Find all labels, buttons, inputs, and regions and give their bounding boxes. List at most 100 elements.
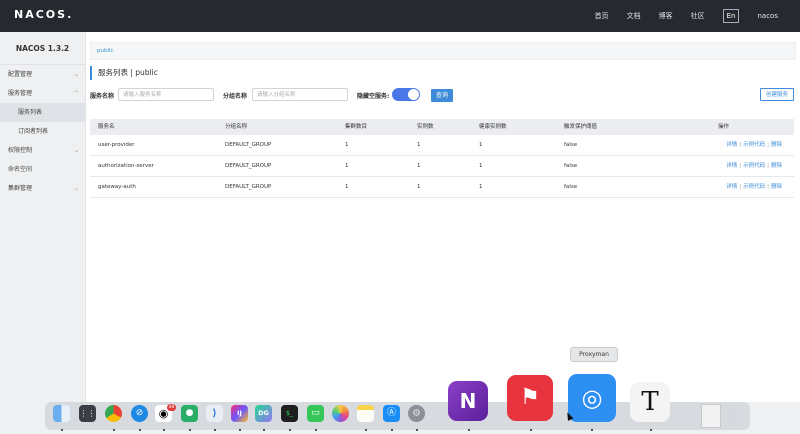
separator: | — [767, 163, 769, 169]
detail-link[interactable]: 详情 — [726, 142, 737, 148]
service-table: 服务名 分组名称 集群数目 实例数 健康实例数 触发保护阈值 操作 user-p… — [90, 119, 794, 198]
wechat-icon[interactable]: ● — [181, 405, 198, 422]
nav-docs[interactable]: 文档 — [627, 11, 641, 21]
safari-icon[interactable]: ⊘ — [131, 405, 148, 422]
running-indicator — [163, 429, 165, 431]
hide-empty-toggle[interactable] — [392, 88, 420, 101]
group-name-input[interactable]: 请输入分组名称 — [252, 88, 348, 101]
running-indicator — [315, 429, 317, 431]
cell-instances: 1 — [417, 142, 421, 148]
onenote-icon[interactable]: N — [448, 381, 488, 421]
detail-link[interactable]: 详情 — [726, 163, 737, 169]
header-clusters: 集群数目 — [345, 124, 368, 130]
table-row: authorization-server DEFAULT_GROUP 1 1 1… — [90, 156, 794, 177]
sidebar-item-subscribers[interactable]: 订阅者列表 — [0, 122, 85, 141]
vscode-icon[interactable]: ⟩ — [206, 405, 223, 422]
sidebar-item-service-list[interactable]: 服务列表 — [0, 103, 85, 122]
separator: | — [767, 184, 769, 190]
appstore-icon[interactable]: Ⓐ — [383, 405, 400, 422]
detail-link[interactable]: 详情 — [726, 184, 737, 190]
header-ops: 操作 — [718, 124, 730, 130]
terminal-icon[interactable]: $_ — [281, 405, 298, 422]
hide-empty-label: 隐藏空服务: — [357, 93, 390, 100]
sidebar-item-label: 订阅者列表 — [18, 128, 49, 135]
cell-service-name: authorization-server — [98, 163, 154, 169]
separator: | — [767, 142, 769, 148]
main-content: public 服务列表 | public 服务名称 请输入服务名称 分组名称 请… — [86, 32, 800, 402]
nacos-logo[interactable]: NACOS. — [14, 8, 73, 21]
running-indicator — [391, 429, 393, 431]
page-title: 服务列表 | public — [90, 66, 158, 80]
finder-icon[interactable] — [53, 405, 70, 422]
running-indicator — [61, 429, 63, 431]
chrome-icon[interactable] — [105, 405, 122, 422]
separator: | — [739, 142, 742, 148]
typora-icon[interactable]: T — [630, 382, 670, 422]
query-button[interactable]: 查询 — [431, 89, 453, 102]
running-indicator — [650, 429, 652, 431]
sidebar-item-label: 配置管理 — [8, 71, 33, 78]
cell-group: DEFAULT_GROUP — [225, 142, 272, 148]
table-header: 服务名 分组名称 集群数目 实例数 健康实例数 触发保护阈值 操作 — [90, 119, 794, 135]
trash-icon[interactable] — [727, 404, 743, 426]
sidebar-item-label: 权限控制 — [8, 147, 33, 154]
cell-healthy: 1 — [479, 163, 483, 169]
nav-blog[interactable]: 博客 — [659, 11, 673, 21]
sidebar-item-config[interactable]: 配置管理 ⌄ — [0, 65, 85, 84]
running-indicator — [214, 429, 216, 431]
delete-link[interactable]: 删除 — [771, 142, 782, 148]
language-toggle-button[interactable]: En — [722, 9, 740, 23]
sample-code-link[interactable]: 示例代码 — [743, 142, 765, 148]
chevron-down-icon: ⌄ — [73, 185, 79, 192]
create-service-button[interactable]: 创建服务 — [760, 88, 794, 101]
proxyman-icon[interactable]: ◎ — [568, 374, 616, 422]
qq-badge: 48 — [167, 404, 176, 411]
nav-home[interactable]: 首页 — [595, 11, 609, 21]
toggle-knob — [408, 89, 419, 100]
running-indicator — [289, 429, 291, 431]
photos-icon[interactable] — [332, 405, 349, 422]
sidebar-item-service[interactable]: 服务管理 ⌃ — [0, 84, 85, 103]
delete-link[interactable]: 删除 — [771, 163, 782, 169]
crash-app-icon[interactable]: ⚑ — [507, 375, 553, 421]
group-name-label: 分组名称 — [223, 93, 248, 100]
separator: | — [739, 184, 742, 190]
running-indicator — [468, 429, 470, 431]
dock-tooltip: Proxyman — [570, 347, 618, 362]
sample-code-link[interactable]: 示例代码 — [743, 163, 765, 169]
header-healthy: 健康实例数 — [479, 124, 507, 130]
delete-link[interactable]: 删除 — [771, 184, 782, 190]
intellij-icon[interactable]: IJ — [231, 405, 248, 422]
sidebar-item-cluster[interactable]: 集群管理 ⌄ — [0, 179, 85, 198]
user-name[interactable]: nacos — [757, 12, 778, 20]
datagrip-icon[interactable]: DG — [255, 405, 272, 422]
nav-community[interactable]: 社区 — [691, 11, 705, 21]
sidebar-item-auth[interactable]: 权限控制 ⌄ — [0, 141, 85, 160]
header-protect: 触发保护阈值 — [564, 124, 598, 130]
cell-instances: 1 — [417, 163, 421, 169]
cell-protect: false — [564, 184, 578, 190]
launchpad-icon[interactable]: ⋮⋮ — [79, 405, 96, 422]
running-indicator — [189, 429, 191, 431]
cell-protect: false — [564, 142, 578, 148]
sample-code-link[interactable]: 示例代码 — [743, 184, 765, 190]
sidebar-item-label: 命名空间 — [8, 166, 33, 173]
top-nav: 首页 文档 博客 社区 En nacos — [595, 0, 800, 32]
header-service-name: 服务名 — [98, 124, 115, 130]
row-actions: 详情 | 示例代码 | 删除 — [726, 177, 782, 197]
row-actions: 详情 | 示例代码 | 删除 — [726, 156, 782, 176]
cell-healthy: 1 — [479, 142, 483, 148]
service-name-input[interactable]: 请输入服务名称 — [118, 88, 214, 101]
messages-icon[interactable]: ▭ — [307, 405, 324, 422]
chevron-down-icon: ⌄ — [73, 71, 79, 78]
running-indicator — [530, 429, 532, 431]
notes-icon[interactable] — [357, 405, 374, 422]
namespace-bar: public — [90, 42, 796, 60]
sidebar-item-namespace[interactable]: 命名空间 — [0, 160, 85, 179]
namespace-link[interactable]: public — [97, 48, 114, 54]
header-group: 分组名称 — [225, 124, 248, 130]
document-icon[interactable] — [701, 404, 721, 428]
system-preferences-icon[interactable]: ⚙ — [408, 405, 425, 422]
running-indicator — [263, 429, 265, 431]
top-navbar: NACOS. 首页 文档 博客 社区 En nacos — [0, 0, 800, 32]
